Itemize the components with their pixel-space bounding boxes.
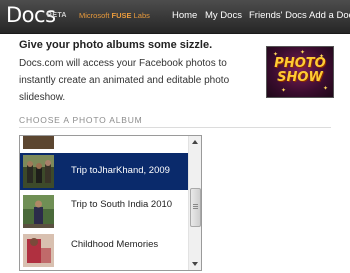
album-list-scrollbar[interactable] bbox=[188, 136, 201, 270]
album-item-childhood[interactable]: Childhood Memories bbox=[20, 232, 189, 269]
album-thumbnail bbox=[23, 234, 54, 267]
album-label: Childhood Memories bbox=[71, 239, 159, 250]
promo-text-line2: SHOW bbox=[277, 70, 323, 85]
intro-description: Docs.com will access your Facebook photo… bbox=[19, 58, 230, 103]
album-label: Trip toJharKhand, 2009 bbox=[71, 165, 170, 176]
scroll-down-button[interactable] bbox=[189, 258, 201, 270]
section-title: CHOOSE A PHOTO ALBUM bbox=[19, 115, 143, 125]
scroll-up-button[interactable] bbox=[189, 136, 201, 148]
fuse-labs-label: Microsoft FUSE Labs bbox=[79, 11, 150, 20]
page-headline: Give your photo albums some sizzle. bbox=[19, 39, 213, 51]
album-thumbnail bbox=[23, 136, 54, 149]
album-listbox[interactable]: Trip toJharKhand, 2009 Trip to South Ind… bbox=[19, 135, 202, 271]
scrollbar-thumb[interactable] bbox=[190, 188, 201, 227]
album-label: Trip to South India 2010 bbox=[71, 199, 173, 210]
album-thumbnail bbox=[23, 155, 54, 188]
nav-home[interactable]: Home bbox=[172, 10, 197, 21]
album-item-jharkhand[interactable]: Trip toJharKhand, 2009 bbox=[20, 153, 189, 190]
photo-show-logo: ✦ ✦ ✦ ✦ ✦ PHOTO SHOW bbox=[266, 46, 334, 98]
beta-badge: BETA bbox=[47, 12, 67, 19]
nav-my-docs[interactable]: My Docs bbox=[205, 10, 242, 21]
top-bar: Docs BETA Microsoft FUSE Labs Home My Do… bbox=[0, 0, 350, 34]
divider bbox=[19, 127, 331, 128]
nav-friends-docs[interactable]: Friends' Docs bbox=[249, 10, 307, 21]
chevron-up-icon bbox=[192, 140, 198, 144]
album-item-south-india[interactable]: Trip to South India 2010 bbox=[20, 193, 189, 230]
chevron-down-icon bbox=[192, 262, 198, 266]
album-thumbnail bbox=[23, 195, 54, 228]
album-item-partial[interactable] bbox=[20, 136, 189, 151]
promo-text-line1: PHOTO bbox=[274, 56, 326, 71]
nav-add-a-doc[interactable]: Add a Doc bbox=[309, 10, 350, 21]
